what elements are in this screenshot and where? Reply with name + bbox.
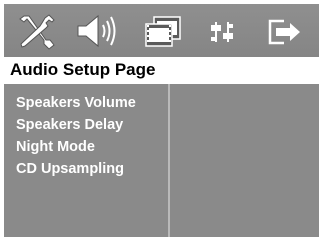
speaker-icon[interactable]	[74, 12, 118, 50]
setup-menu-window: Audio Setup Page Speakers Volume Speaker…	[4, 4, 319, 237]
content-panel: Speakers Volume Speakers Delay Night Mod…	[4, 84, 319, 237]
setup-toolbar	[4, 4, 319, 57]
menu-item-night-mode[interactable]: Night Mode	[16, 136, 136, 158]
tools-icon[interactable]	[16, 12, 60, 50]
page-title: Audio Setup Page	[10, 60, 156, 79]
menu-item-speakers-volume[interactable]: Speakers Volume	[16, 92, 136, 114]
page-header: Audio Setup Page	[4, 57, 319, 84]
menu-item-cd-upsampling[interactable]: CD Upsampling	[16, 158, 136, 180]
panel-divider	[168, 84, 170, 237]
preferences-icon[interactable]	[202, 12, 246, 50]
film-icon[interactable]	[140, 12, 184, 50]
setup-menu-list: Speakers Volume Speakers Delay Night Mod…	[16, 92, 136, 180]
menu-item-speakers-delay[interactable]: Speakers Delay	[16, 114, 136, 136]
exit-icon[interactable]	[262, 12, 306, 50]
